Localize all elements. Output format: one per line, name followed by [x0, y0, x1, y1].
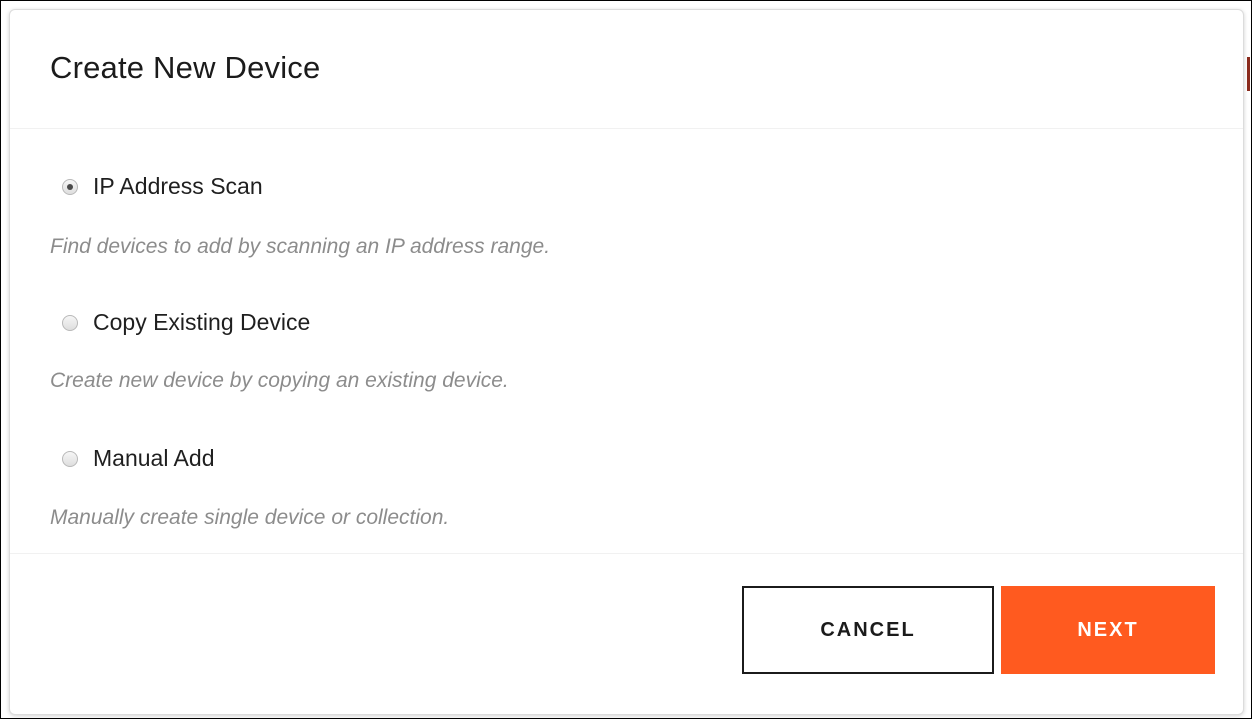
option-label: Manual Add [93, 445, 215, 471]
radio-unselected-icon[interactable] [62, 314, 78, 331]
next-button[interactable]: NEXT [1001, 586, 1215, 674]
option-manual-add[interactable]: Manual Add [62, 445, 214, 472]
dialog-title: Create New Device [50, 50, 321, 85]
screenshot-frame: Create New Device IP Address Scan Find d… [0, 0, 1252, 719]
option-label: Copy Existing Device [93, 309, 311, 335]
option-ip-address-scan[interactable]: IP Address Scan [62, 173, 263, 200]
dialog-header: Create New Device [10, 10, 1243, 129]
create-device-dialog: Create New Device IP Address Scan Find d… [9, 9, 1244, 715]
option-description: Manually create single device or collect… [50, 506, 450, 529]
option-label: IP Address Scan [93, 173, 263, 199]
radio-selected-icon[interactable] [62, 178, 78, 195]
option-description: Find devices to add by scanning an IP ad… [50, 235, 551, 258]
background-edge [1247, 57, 1250, 91]
dialog-body: IP Address Scan Find devices to add by s… [10, 129, 1243, 561]
option-copy-existing-device[interactable]: Copy Existing Device [62, 309, 310, 336]
radio-unselected-icon[interactable] [62, 450, 78, 467]
dialog-footer: CANCEL NEXT [10, 553, 1243, 714]
option-description: Create new device by copying an existing… [50, 369, 509, 392]
cancel-button[interactable]: CANCEL [742, 586, 994, 674]
